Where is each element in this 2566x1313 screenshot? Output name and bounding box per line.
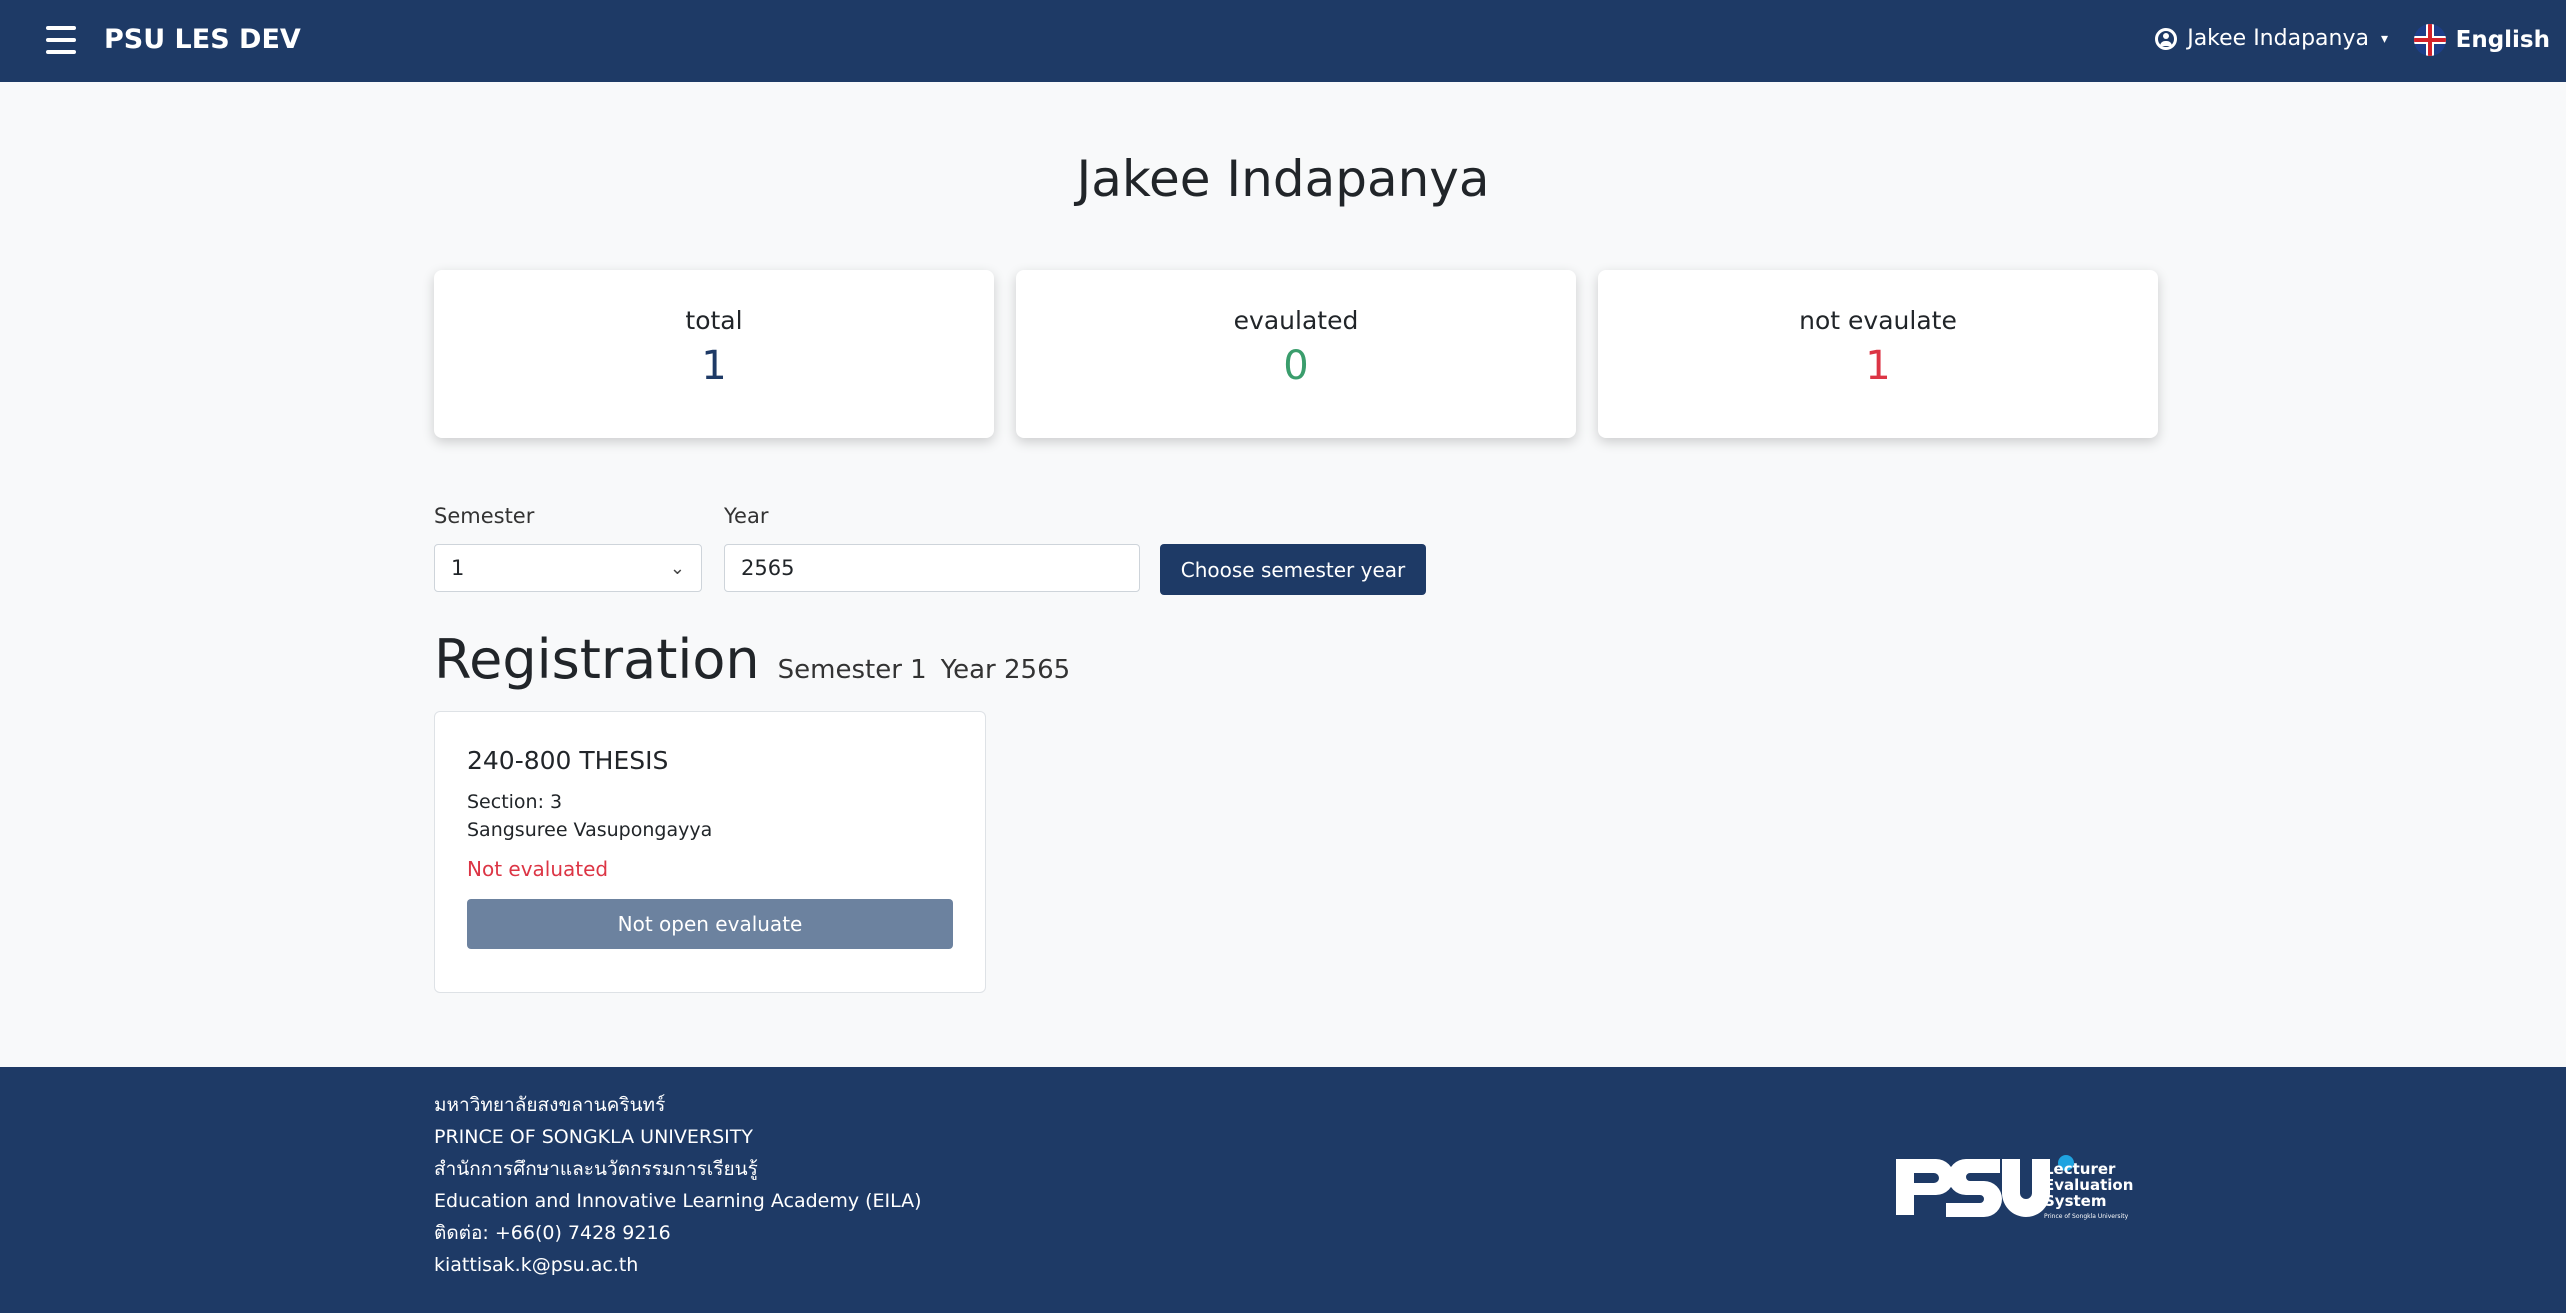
footer-contact: มหาวิทยาลัยสงขลานครินทร์ PRINCE OF SONGK… bbox=[434, 1089, 922, 1281]
user-name: Jakee Indapanya bbox=[2187, 26, 2369, 51]
stat-card-not-evaluated: not evaulate 1 bbox=[1598, 270, 2158, 438]
course-title: 240-800 THESIS bbox=[467, 746, 669, 775]
hamburger-menu-icon[interactable] bbox=[46, 26, 76, 54]
footer: มหาวิทยาลัยสงขลานครินทร์ PRINCE OF SONGK… bbox=[0, 1067, 2566, 1313]
registration-year: Year 2565 bbox=[940, 655, 1071, 685]
semester-select[interactable]: 1 ⌄ bbox=[434, 544, 702, 592]
registration-semester: Semester 1 bbox=[777, 655, 927, 685]
semester-label: Semester bbox=[434, 504, 535, 528]
stat-value: 0 bbox=[1283, 343, 1309, 389]
footer-line: มหาวิทยาลัยสงขลานครินทร์ bbox=[434, 1094, 666, 1116]
year-input[interactable] bbox=[724, 544, 1140, 592]
semester-value: 1 bbox=[451, 556, 465, 580]
uk-flag-icon bbox=[2413, 24, 2446, 56]
app-title[interactable]: PSU LES DEV bbox=[104, 24, 301, 55]
course-status: Not evaluated bbox=[467, 857, 609, 881]
course-lecturer: Sangsuree Vasupongayya bbox=[467, 819, 713, 841]
language-switch[interactable]: English bbox=[2413, 24, 2550, 56]
stat-label: total bbox=[685, 306, 743, 335]
footer-line: PRINCE OF SONGKLA UNIVERSITY bbox=[434, 1126, 753, 1148]
course-section: Section: 3 bbox=[467, 791, 563, 813]
caret-down-icon: ▾ bbox=[2380, 30, 2388, 47]
stat-value: 1 bbox=[701, 343, 727, 389]
stat-value: 1 bbox=[1865, 343, 1891, 389]
user-circle-icon bbox=[2155, 27, 2178, 50]
page-title: Jakee Indapanya bbox=[1076, 150, 1490, 208]
language-label: English bbox=[2455, 27, 2550, 53]
footer-line: Education and Innovative Learning Academ… bbox=[434, 1190, 922, 1212]
stat-label: not evaulate bbox=[1799, 306, 1957, 335]
registration-subtitle: Semester 1 Year 2565 bbox=[778, 655, 1085, 685]
user-menu-dropdown[interactable]: Jakee Indapanya ▾ bbox=[2155, 26, 2388, 51]
footer-line: สำนักการศึกษาและนวัตกรรมการเรียนรู้ bbox=[434, 1158, 758, 1180]
logo-text: Lecturer Evaluation System Prince of Son… bbox=[2044, 1160, 2134, 1220]
registration-heading: Registration Semester 1 Year 2565 bbox=[434, 628, 1084, 691]
stat-label: evaulated bbox=[1233, 306, 1359, 335]
registration-title: Registration bbox=[434, 628, 760, 691]
stat-card-evaluated: evaulated 0 bbox=[1016, 270, 1576, 438]
year-label: Year bbox=[724, 504, 769, 528]
chevron-down-icon: ⌄ bbox=[669, 557, 685, 579]
not-open-evaluate-button[interactable]: Not open evaluate bbox=[467, 899, 953, 949]
choose-semester-year-button[interactable]: Choose semester year bbox=[1160, 544, 1426, 595]
top-navbar: PSU LES DEV Jakee Indapanya ▾ English bbox=[0, 0, 2566, 82]
course-card: 240-800 THESIS Section: 3 Sangsuree Vasu… bbox=[434, 711, 986, 993]
footer-line[interactable]: kiattisak.k@psu.ac.th bbox=[434, 1249, 922, 1281]
stat-card-total: total 1 bbox=[434, 270, 994, 438]
footer-line: ติดต่อ: +66(0) 7428 9216 bbox=[434, 1222, 671, 1244]
